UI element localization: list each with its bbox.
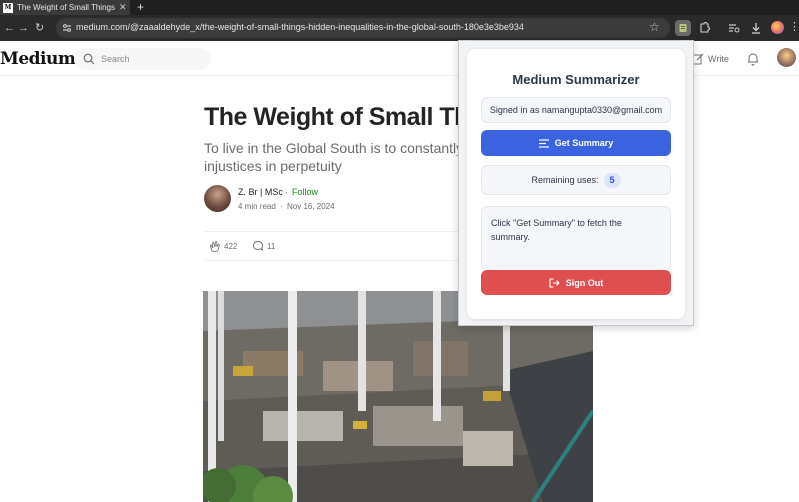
extensions-puzzle-icon[interactable]: [698, 21, 711, 34]
author-name[interactable]: Z. Br | MSc: [238, 187, 283, 197]
read-time: 4 min read: [238, 202, 276, 211]
follow-button[interactable]: Follow: [292, 187, 318, 197]
tab-close-icon[interactable]: ✕: [119, 2, 127, 13]
list-icon: [538, 138, 549, 148]
document-icon: [679, 24, 687, 32]
url-text[interactable]: medium.com/@zaaaldehyde_x/the-weight-of-…: [76, 22, 524, 32]
forward-button[interactable]: →: [18, 21, 29, 35]
tab-title: The Weight of Small Things.: [17, 3, 115, 12]
browser-tab[interactable]: M The Weight of Small Things. ✕: [0, 0, 130, 15]
popup-card: Medium Summarizer Signed in as namangupt…: [467, 49, 685, 319]
summary-output: Click "Get Summary" to fetch the summary…: [481, 206, 671, 272]
remaining-uses: Remaining uses: 5: [481, 165, 671, 195]
address-bar[interactable]: medium.com/@zaaaldehyde_x/the-weight-of-…: [56, 18, 670, 38]
tab-search-icon[interactable]: [728, 22, 740, 34]
sign-out-icon: [549, 277, 560, 288]
sign-out-button[interactable]: Sign Out: [481, 270, 671, 295]
site-info-icon[interactable]: [62, 23, 72, 33]
author-avatar[interactable]: [204, 185, 231, 212]
comment-icon[interactable]: [252, 240, 264, 252]
write-label: Write: [708, 54, 729, 64]
signed-in-status: Signed in as namangupta0330@gmail.com: [481, 97, 671, 123]
get-summary-label: Get Summary: [554, 138, 614, 148]
separator-dot: ·: [280, 202, 283, 211]
bookmark-star-icon[interactable]: ☆: [649, 20, 660, 34]
article-subtitle: To live in the Global South is to consta…: [204, 140, 490, 174]
extension-popup: Medium Summarizer Signed in as namangupt…: [458, 40, 694, 326]
response-count: 11: [267, 242, 276, 251]
write-button[interactable]: Write: [692, 53, 729, 65]
popup-title: Medium Summarizer: [512, 72, 640, 87]
new-tab-button[interactable]: +: [137, 0, 144, 15]
back-button[interactable]: ←: [4, 21, 15, 35]
summarizer-extension-icon[interactable]: [675, 20, 691, 36]
reload-button[interactable]: ↻: [35, 21, 44, 35]
remaining-uses-label: Remaining uses:: [531, 175, 599, 185]
download-icon[interactable]: [750, 22, 762, 34]
clap-icon[interactable]: [209, 240, 221, 252]
user-avatar[interactable]: [777, 48, 796, 67]
article-title: The Weight of Small Thi: [204, 103, 476, 131]
search-icon: [83, 53, 95, 65]
browser-toolbar: ← → ↻ medium.com/@zaaaldehyde_x/the-weig…: [0, 15, 799, 41]
get-summary-button[interactable]: Get Summary: [481, 130, 671, 156]
browser-tab-strip: M The Weight of Small Things. ✕ +: [0, 0, 799, 15]
notifications-bell-icon[interactable]: [746, 52, 760, 66]
separator-dot: ·: [285, 187, 288, 197]
search-input[interactable]: Search: [74, 48, 211, 70]
profile-avatar-icon[interactable]: [771, 21, 784, 34]
medium-favicon-icon: M: [3, 2, 13, 13]
browser-menu-icon[interactable]: ⋮: [789, 20, 799, 33]
search-placeholder: Search: [101, 54, 130, 64]
sign-out-label: Sign Out: [565, 277, 604, 288]
publish-date: Nov 16, 2024: [287, 202, 335, 211]
medium-logo[interactable]: Medium: [0, 49, 76, 69]
remaining-uses-badge: 5: [603, 172, 621, 188]
clap-count: 422: [224, 242, 238, 251]
